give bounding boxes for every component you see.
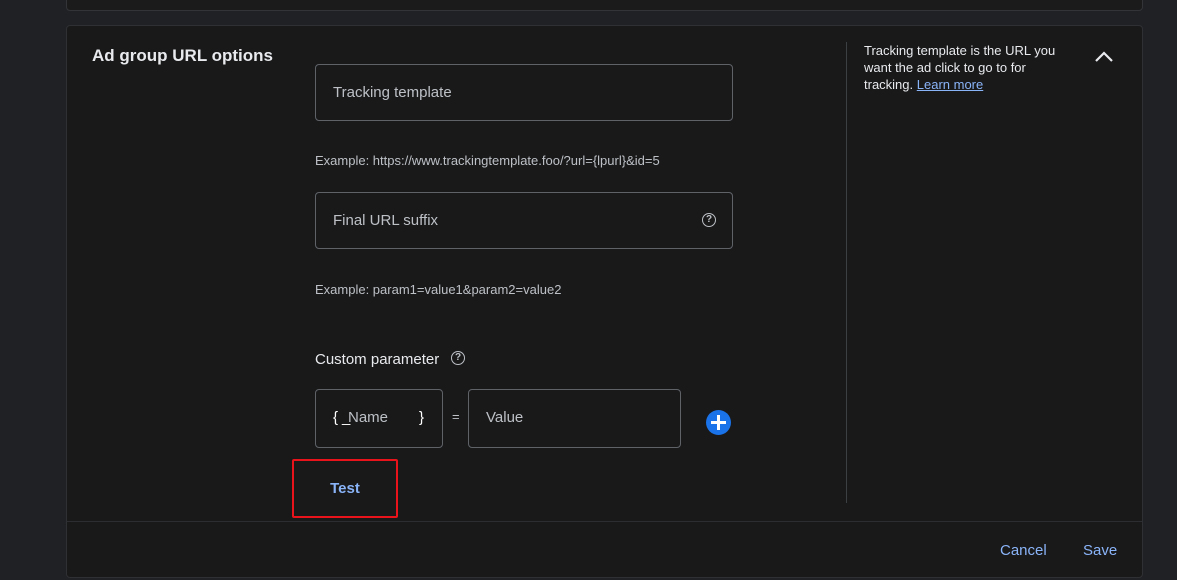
previous-section-card — [66, 0, 1143, 11]
tracking-template-field[interactable]: Tracking template — [315, 64, 733, 121]
footer-divider — [67, 521, 1142, 522]
help-panel-text: Tracking template is the URL you want th… — [864, 42, 1069, 93]
equals-sign: = — [452, 409, 460, 424]
brace-open: { — [333, 409, 339, 426]
value-placeholder: Value — [486, 409, 524, 426]
vertical-divider — [846, 42, 847, 503]
cancel-button[interactable]: Cancel — [1000, 542, 1047, 559]
chevron-up-icon[interactable] — [1093, 46, 1115, 68]
tracking-template-example: Example: https://www.trackingtemplate.fo… — [315, 153, 660, 168]
custom-parameter-name-field[interactable]: { _ Name } — [315, 389, 443, 448]
add-circle-icon[interactable] — [706, 410, 731, 435]
custom-parameter-label: Custom parameter — [315, 351, 440, 368]
help-circle-icon[interactable]: ? — [702, 213, 716, 227]
ad-group-url-options-panel: Ad group URL options Tracking template E… — [66, 25, 1143, 578]
learn-more-link[interactable]: Learn more — [917, 77, 983, 92]
final-url-suffix-example: Example: param1=value1&param2=value2 — [315, 282, 562, 297]
test-button[interactable]: Test — [292, 459, 398, 518]
brace-close: } — [419, 409, 425, 426]
help-circle-icon[interactable]: ? — [451, 351, 465, 365]
save-button[interactable]: Save — [1083, 542, 1117, 559]
final-url-suffix-field[interactable]: Final URL suffix ? — [315, 192, 733, 249]
name-placeholder: Name — [348, 409, 389, 426]
tracking-template-placeholder: Tracking template — [333, 84, 452, 101]
final-url-suffix-placeholder: Final URL suffix — [333, 212, 439, 229]
custom-parameter-value-field[interactable]: Value — [468, 389, 681, 448]
section-title: Ad group URL options — [92, 46, 273, 65]
